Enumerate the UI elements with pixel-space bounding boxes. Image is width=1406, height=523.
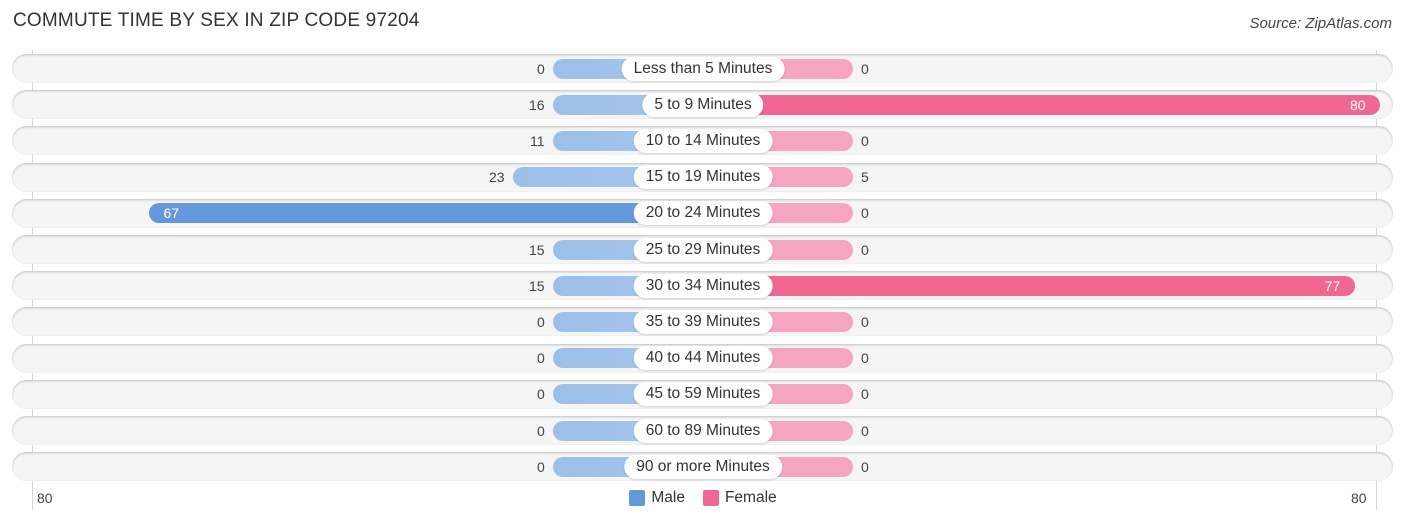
category-label: 90 or more Minutes	[624, 454, 782, 479]
value-label-female: 0	[861, 386, 869, 403]
category-label: 45 to 59 Minutes	[633, 382, 773, 407]
value-label-male: 0	[537, 458, 545, 475]
category-label: 30 to 34 Minutes	[633, 273, 773, 298]
value-label-male: 0	[537, 60, 545, 77]
category-label: 5 to 9 Minutes	[642, 92, 764, 117]
value-label-female: 0	[861, 205, 869, 222]
value-label-male: 16	[529, 96, 545, 113]
value-label-male: 15	[529, 277, 545, 294]
category-label: 25 to 29 Minutes	[633, 237, 773, 262]
value-label-male: 67	[163, 205, 180, 222]
value-label-male: 0	[537, 422, 545, 439]
value-label-female: 0	[861, 241, 869, 258]
bar-female[interactable]	[693, 275, 1355, 296]
legend-swatch-male	[629, 490, 646, 506]
category-label: 40 to 44 Minutes	[633, 346, 773, 371]
bar-male[interactable]	[149, 203, 713, 224]
value-label-female: 0	[861, 132, 869, 149]
value-label-female: 0	[861, 350, 869, 367]
value-label-male: 23	[488, 169, 505, 186]
value-label-female: 80	[1350, 96, 1366, 113]
category-label: 20 to 24 Minutes	[633, 201, 773, 226]
category-label: 60 to 89 Minutes	[633, 418, 773, 443]
value-label-female: 0	[861, 422, 869, 439]
category-label: 10 to 14 Minutes	[633, 128, 773, 153]
value-label-male: 0	[537, 313, 545, 330]
legend-swatch-female	[702, 490, 719, 506]
value-label-male: 0	[537, 350, 545, 367]
source-label: Source: ZipAtlas.com	[1249, 15, 1392, 32]
bar-female[interactable]	[693, 94, 1380, 115]
legend: Male Female	[0, 489, 1406, 507]
legend-label-female: Female	[724, 489, 777, 506]
legend-item-female[interactable]: Female	[702, 489, 777, 507]
value-label-female: 0	[861, 313, 869, 330]
value-label-male: 15	[529, 241, 545, 258]
value-label-female: 77	[1324, 277, 1341, 294]
value-label-male: 11	[530, 132, 545, 149]
value-label-female: 0	[861, 458, 869, 475]
category-label: 15 to 19 Minutes	[633, 165, 773, 190]
legend-item-male[interactable]: Male	[629, 489, 685, 507]
chart-title: COMMUTE TIME BY SEX IN ZIP CODE 97204	[13, 10, 420, 31]
value-label-male: 0	[537, 386, 545, 403]
legend-label-male: Male	[651, 489, 685, 506]
category-label: 35 to 39 Minutes	[633, 309, 773, 334]
value-label-female: 5	[861, 169, 869, 186]
value-label-female: 0	[861, 60, 869, 77]
category-label: Less than 5 Minutes	[621, 56, 785, 81]
